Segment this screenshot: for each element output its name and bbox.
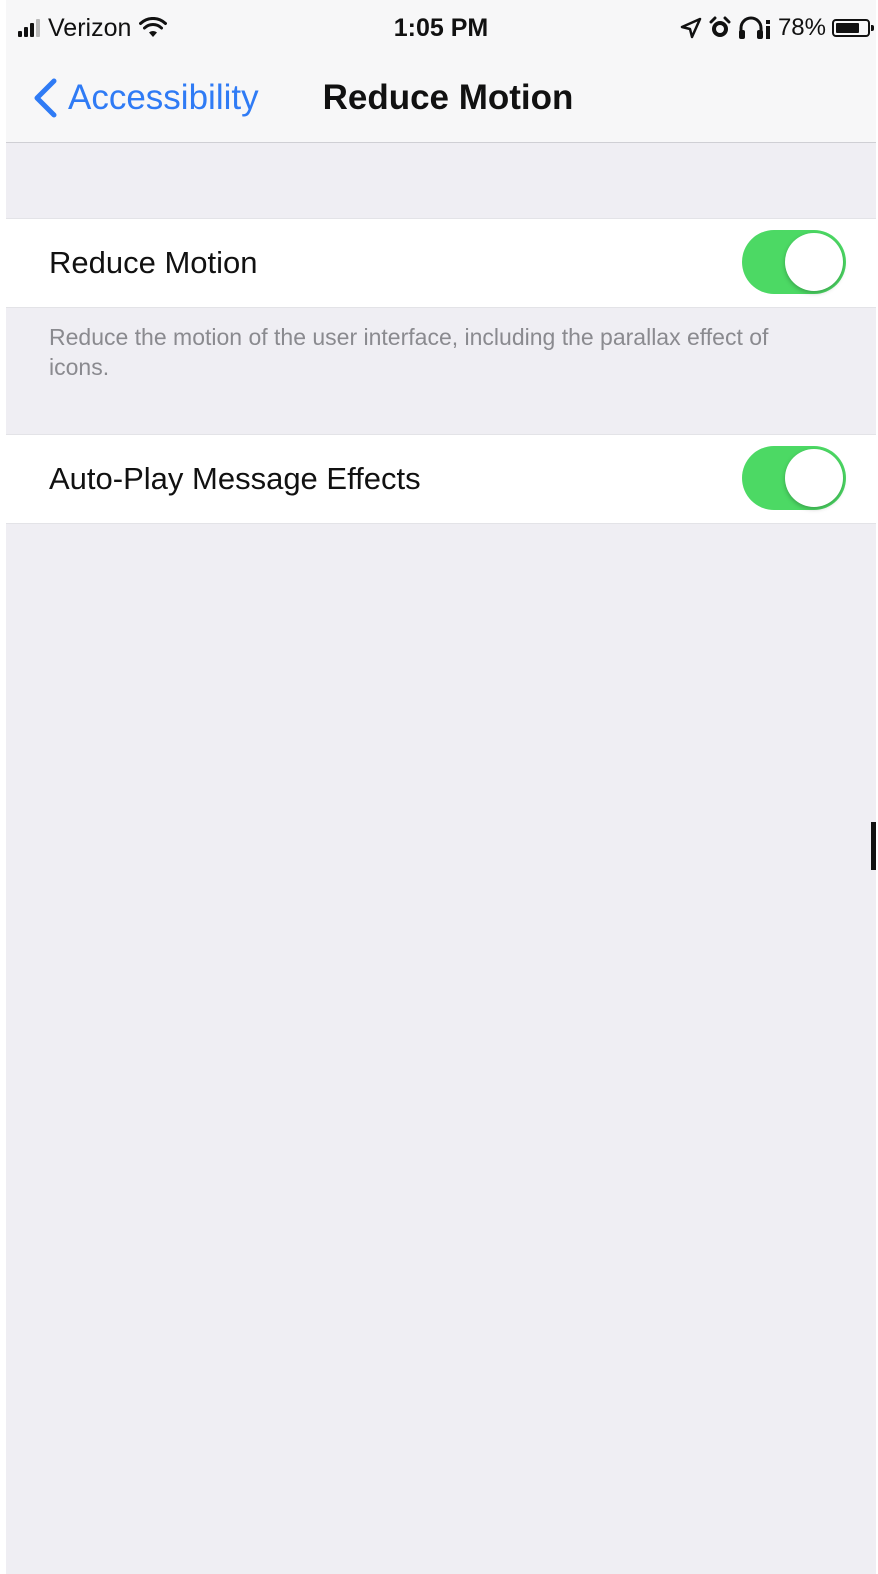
battery-icon bbox=[832, 19, 874, 37]
reduce-motion-footer: Reduce the motion of the user interface,… bbox=[49, 324, 769, 380]
battery-percent: 78% bbox=[777, 14, 826, 41]
settings-screen: Verizon 1:05 PM 78% Accessibility Reduce… bbox=[6, 0, 876, 1574]
navigation-bar: Accessibility Reduce Motion bbox=[6, 56, 876, 143]
auto-play-effects-label: Auto-Play Message Effects bbox=[49, 461, 421, 496]
reduce-motion-row: Reduce Motion bbox=[6, 218, 876, 308]
battery-level-fill bbox=[836, 23, 859, 33]
alarm-icon bbox=[709, 16, 731, 37]
headphones-icon bbox=[738, 16, 770, 39]
scroll-indicator bbox=[871, 822, 876, 870]
page-title: Reduce Motion bbox=[322, 78, 574, 117]
auto-play-effects-toggle[interactable] bbox=[742, 446, 846, 510]
location-arrow-icon bbox=[680, 17, 702, 39]
reduce-motion-label: Reduce Motion bbox=[49, 245, 258, 280]
status-bar-right: 78% bbox=[680, 12, 874, 44]
reduce-motion-toggle[interactable] bbox=[742, 230, 846, 294]
toggle-knob bbox=[785, 449, 843, 507]
toggle-knob bbox=[785, 233, 843, 291]
auto-play-effects-row: Auto-Play Message Effects bbox=[6, 434, 876, 524]
status-bar: Verizon 1:05 PM 78% bbox=[6, 0, 876, 56]
